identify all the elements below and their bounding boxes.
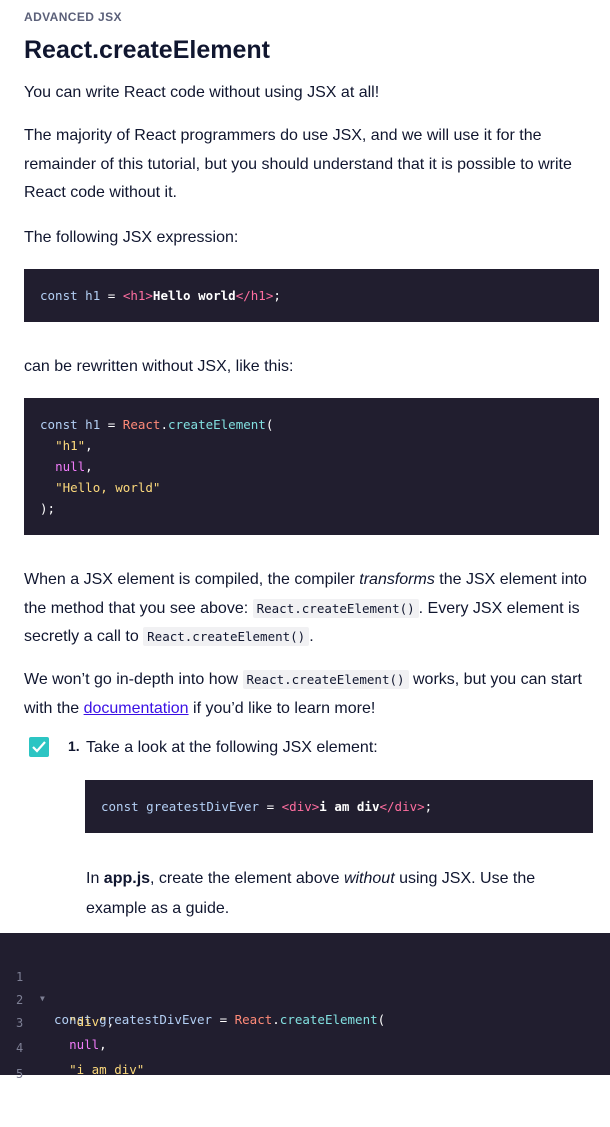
code-token: . (160, 417, 168, 432)
code-editor[interactable]: 1 ▼ const greatestDivEver = React.create… (0, 933, 610, 1103)
code-token: ; (273, 288, 281, 303)
eyebrow-label: ADVANCED JSX (24, 10, 122, 24)
editor-line[interactable]: 4 "i am div" (0, 1017, 610, 1077)
code-token: h1 (77, 288, 108, 303)
editor-line[interactable]: 5 ); (0, 1043, 610, 1103)
editor-line[interactable]: 2 "div", (0, 969, 610, 1029)
documentation-link[interactable]: documentation (84, 700, 189, 717)
task-text: Take a look at the following JSX element… (86, 739, 378, 756)
text-run: We won’t go in-depth into how (24, 671, 243, 688)
inline-code: React.createElement() (252, 598, 419, 618)
code-token: , (85, 459, 93, 474)
code-block-createelement: const h1 = React.createElement( "h1", nu… (24, 398, 599, 535)
task-number: 1. (68, 738, 80, 754)
code-token: const (40, 288, 78, 303)
paragraph-following: The following JSX expression: (24, 229, 239, 246)
code-block-jsx: const h1 = <h1>Hello world</h1>; (24, 269, 599, 322)
code-token: null (55, 459, 86, 474)
code-token: Hello world (152, 288, 236, 303)
paragraph-compiled: When a JSX element is compiled, the comp… (24, 566, 604, 652)
file-name: app.js (103, 870, 151, 887)
code-token: greatestDivEver (138, 799, 267, 814)
code-token: createElement (167, 417, 266, 432)
text-run: if you’d like to learn more! (188, 699, 376, 717)
paragraph-majority: The majority of React programmers do use… (24, 127, 572, 201)
code-block-task: const greatestDivEver = <div>i am div</d… (85, 780, 593, 833)
code-token: ; (424, 799, 433, 814)
code-token: "Hello, world" (55, 480, 161, 495)
page-title: React.createElement (24, 36, 270, 64)
text-run: . (309, 628, 314, 645)
code-token: = (266, 799, 275, 814)
code-token: <h1> (122, 288, 153, 303)
code-token: <div> (281, 799, 320, 814)
code-token: ( (265, 417, 274, 432)
paragraph-intro: You can write React code without using J… (24, 84, 380, 101)
code-token: </div> (379, 799, 425, 814)
task-instruction: In app.js, create the element above with… (86, 864, 596, 923)
code-token: React (115, 417, 161, 432)
code-token: , (85, 438, 93, 453)
paragraph-in-depth: We won’t go in-depth into how React.crea… (24, 666, 604, 723)
text-run: In (86, 870, 104, 887)
task-checkbox[interactable] (29, 737, 49, 757)
editor-line[interactable]: 1 ▼ const greatestDivEver = React.create… (0, 946, 610, 1027)
code-token: const (101, 799, 139, 814)
code-token: h1 (77, 417, 108, 432)
code-token: i am div (319, 799, 380, 814)
code-token: </h1> (235, 288, 274, 303)
code-token: ); (54, 1088, 70, 1103)
inline-code: React.createElement() (143, 627, 310, 646)
code-token: ); (40, 501, 56, 516)
emphasis: transforms (359, 571, 435, 588)
inline-code: React.createElement() (242, 670, 409, 689)
emphasis: without (343, 870, 395, 887)
editor-line[interactable]: 3 null, (0, 992, 610, 1052)
text-run: , create the element above (150, 870, 344, 887)
code-token: "h1" (55, 438, 86, 453)
checkmark-icon (32, 741, 46, 753)
paragraph-rewritten: can be rewritten without JSX, like this: (24, 358, 294, 375)
text-run: When a JSX element is compiled, the comp… (24, 571, 360, 588)
code-token: const (40, 417, 78, 432)
